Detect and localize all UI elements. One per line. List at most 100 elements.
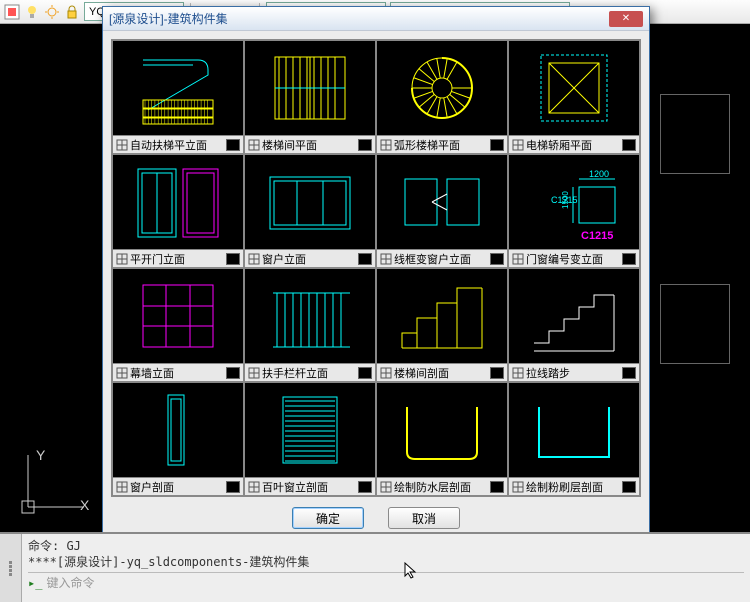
close-button[interactable]: ✕ <box>609 11 643 27</box>
caption-text: 电梯轿厢平面 <box>526 137 592 153</box>
component-cell[interactable]: 楼梯间平面 <box>244 40 376 154</box>
thumbnail <box>509 269 639 363</box>
caption-bar: 电梯轿厢平面 <box>509 135 639 153</box>
lock-icon[interactable] <box>64 4 80 20</box>
preview-icon <box>622 481 636 493</box>
caption-text: 百叶窗立剖面 <box>262 479 328 495</box>
caption-bar: 自动扶梯平立面 <box>113 135 243 153</box>
preview-icon <box>226 253 240 265</box>
caption-text: 自动扶梯平立面 <box>130 137 207 153</box>
ucs-icon: X Y <box>16 449 86 522</box>
thumbnail <box>509 41 639 135</box>
preview-icon <box>490 253 504 265</box>
caption-text: 扶手栏杆立面 <box>262 365 328 381</box>
command-input[interactable]: ▸_ 键入命令 <box>28 572 744 591</box>
block-icon <box>380 139 392 151</box>
caption-bar: 窗户剖面 <box>113 477 243 495</box>
cmd-line: ****[源泉设计]-yq_sldcomponents-建筑构件集 <box>28 554 744 570</box>
block-icon <box>248 253 260 265</box>
component-cell[interactable]: 线框变窗户立面 <box>376 154 508 268</box>
bg-rect <box>660 284 730 364</box>
preview-icon <box>358 367 372 379</box>
block-icon <box>248 481 260 493</box>
ok-button[interactable]: 确定 <box>292 507 364 529</box>
caption-bar: 扶手栏杆立面 <box>245 363 375 381</box>
component-cell[interactable]: 自动扶梯平立面 <box>112 40 244 154</box>
block-icon <box>512 253 524 265</box>
command-history[interactable]: 命令: GJ ****[源泉设计]-yq_sldcomponents-建筑构件集… <box>22 534 750 602</box>
caption-bar: 楼梯间剖面 <box>377 363 507 381</box>
bg-rect <box>660 94 730 174</box>
caption-bar: 绘制粉刷层剖面 <box>509 477 639 495</box>
block-icon <box>512 367 524 379</box>
component-cell[interactable]: 1200C12151500C1215门窗编号变立面 <box>508 154 640 268</box>
component-grid: 自动扶梯平立面 楼梯间平面 弧形楼梯平面电梯轿厢平面平开门立面 窗户立面 线框变窗户立面… <box>111 39 641 497</box>
thumbnail <box>245 383 375 477</box>
component-cell[interactable]: 弧形楼梯平面 <box>376 40 508 154</box>
dialog-body: 自动扶梯平立面 楼梯间平面 弧形楼梯平面电梯轿厢平面平开门立面 窗户立面 线框变窗户立面… <box>103 31 649 537</box>
block-icon <box>116 139 128 151</box>
preview-icon <box>622 139 636 151</box>
preview-icon <box>358 481 372 493</box>
component-cell[interactable]: 绘制防水层剖面 <box>376 382 508 496</box>
component-cell[interactable]: 楼梯间剖面 <box>376 268 508 382</box>
caption-text: 门窗编号变立面 <box>526 251 603 267</box>
caption-bar: 平开门立面 <box>113 249 243 267</box>
component-cell[interactable]: 窗户立面 <box>244 154 376 268</box>
caption-text: 绘制粉刷层剖面 <box>526 479 603 495</box>
thumbnail <box>377 41 507 135</box>
preview-icon <box>490 481 504 493</box>
component-cell[interactable]: 扶手栏杆立面 <box>244 268 376 382</box>
component-cell[interactable]: 幕墙立面 <box>112 268 244 382</box>
caption-bar: 楼梯间平面 <box>245 135 375 153</box>
caption-text: 幕墙立面 <box>130 365 174 381</box>
command-placeholder: 键入命令 <box>46 576 94 590</box>
block-icon <box>116 253 128 265</box>
preview-icon <box>490 367 504 379</box>
sun-icon[interactable] <box>44 4 60 20</box>
caption-text: 楼梯间平面 <box>262 137 317 153</box>
thumbnail: 1200C12151500C1215 <box>509 155 639 249</box>
caption-text: 楼梯间剖面 <box>394 365 449 381</box>
component-cell[interactable]: 百叶窗立剖面 <box>244 382 376 496</box>
caption-text: 窗户立面 <box>262 251 306 267</box>
caption-bar: 拉线踏步 <box>509 363 639 381</box>
ucs-y-label: Y <box>36 447 45 463</box>
component-cell[interactable]: 电梯轿厢平面 <box>508 40 640 154</box>
block-icon <box>512 139 524 151</box>
component-cell[interactable]: 平开门立面 <box>112 154 244 268</box>
preview-icon <box>226 367 240 379</box>
caption-bar: 幕墙立面 <box>113 363 243 381</box>
caption-text: 绘制防水层剖面 <box>394 479 471 495</box>
block-icon <box>248 367 260 379</box>
preview-icon <box>358 253 372 265</box>
block-icon <box>512 481 524 493</box>
caption-text: 窗户剖面 <box>130 479 174 495</box>
thumbnail <box>377 383 507 477</box>
dialog-titlebar[interactable]: [源泉设计]-建筑构件集 ✕ <box>103 7 649 31</box>
bulb-icon[interactable] <box>24 4 40 20</box>
block-icon <box>116 367 128 379</box>
component-cell[interactable]: 绘制粉刷层剖面 <box>508 382 640 496</box>
preview-icon <box>226 481 240 493</box>
block-icon <box>380 253 392 265</box>
svg-text:1200: 1200 <box>589 169 609 179</box>
thumbnail <box>113 383 243 477</box>
svg-text:1500: 1500 <box>561 191 570 209</box>
prompt-icon: ▸_ <box>28 576 42 590</box>
caption-text: 拉线踏步 <box>526 365 570 381</box>
block-icon <box>380 481 392 493</box>
thumbnail <box>245 41 375 135</box>
svg-text:C1215: C1215 <box>581 230 613 242</box>
color-icon[interactable] <box>4 4 20 20</box>
thumbnail <box>113 269 243 363</box>
block-icon <box>380 367 392 379</box>
preview-icon <box>490 139 504 151</box>
caption-bar: 线框变窗户立面 <box>377 249 507 267</box>
command-panel: 命令: GJ ****[源泉设计]-yq_sldcomponents-建筑构件集… <box>0 532 750 602</box>
grip-icon[interactable] <box>0 534 22 602</box>
ucs-x-label: X <box>80 497 89 513</box>
cancel-button[interactable]: 取消 <box>388 507 460 529</box>
component-cell[interactable]: 拉线踏步 <box>508 268 640 382</box>
component-cell[interactable]: 窗户剖面 <box>112 382 244 496</box>
